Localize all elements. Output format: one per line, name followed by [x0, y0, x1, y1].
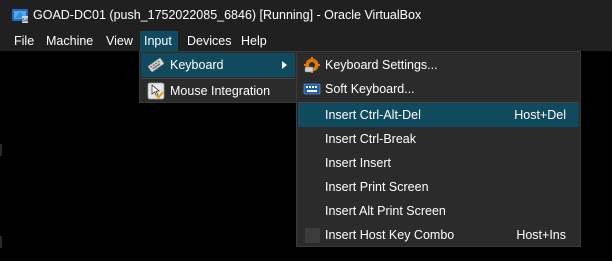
menu-devices[interactable]: Devices: [183, 31, 235, 51]
menu-file[interactable]: File: [10, 31, 38, 51]
menu-item-insert-alt-print-screen[interactable]: Insert Alt Print Screen: [298, 199, 579, 223]
menu-item-soft-keyboard[interactable]: Soft Keyboard...: [298, 77, 579, 101]
menu-item-shortcut: Host+Del: [514, 108, 566, 122]
title-bar: 64 GOAD-DC01 (push_1752022085_6846) [Run…: [0, 0, 612, 31]
menu-item-label: Insert Host Key Combo: [325, 228, 455, 242]
checkbox[interactable]: [305, 228, 320, 243]
menu-item-label: Keyboard: [170, 58, 224, 72]
edge-mark: [0, 236, 2, 248]
mouse-integration-icon: [147, 82, 165, 100]
keyboard-icon: [147, 57, 165, 73]
svg-text:64: 64: [22, 18, 28, 24]
menu-item-insert-host-key-combo[interactable]: Insert Host Key Combo Host+Ins: [298, 223, 579, 247]
menu-item-shortcut: Host+Ins: [516, 228, 566, 242]
menu-item-mouse-integration[interactable]: Mouse Integration: [141, 79, 295, 103]
menu-item-label: Insert Insert: [325, 156, 391, 170]
menu-item-label: Keyboard Settings...: [325, 58, 438, 72]
menu-help[interactable]: Help: [237, 31, 271, 51]
menu-item-label: Insert Alt Print Screen: [325, 204, 446, 218]
menu-item-insert-insert[interactable]: Insert Insert: [298, 151, 579, 175]
menu-item-insert-ctrl-break[interactable]: Insert Ctrl-Break: [298, 127, 579, 151]
menu-item-label: Insert Print Screen: [325, 180, 429, 194]
menu-item-label: Insert Ctrl-Break: [325, 132, 416, 146]
virtualbox-icon: 64: [12, 9, 28, 24]
menu-item-label: Insert Ctrl-Alt-Del: [325, 108, 421, 122]
menu-item-label: Soft Keyboard...: [325, 82, 415, 96]
keyboard-submenu: Keyboard Settings... Soft Keyboard... In…: [296, 51, 581, 247]
menu-item-keyboard-settings[interactable]: Keyboard Settings...: [298, 53, 579, 77]
menu-item-insert-ctrl-alt-del[interactable]: Insert Ctrl-Alt-Del Host+Del: [298, 103, 579, 127]
soft-keyboard-icon: [303, 83, 321, 95]
menu-item-insert-print-screen[interactable]: Insert Print Screen: [298, 175, 579, 199]
menu-input[interactable]: Input: [140, 31, 178, 51]
keyboard-settings-icon: [304, 57, 320, 73]
edge-mark: [0, 144, 2, 156]
menu-item-keyboard[interactable]: Keyboard: [141, 53, 295, 77]
input-menu: Keyboard Mouse Integration: [139, 51, 297, 103]
menu-item-label: Mouse Integration: [170, 84, 271, 98]
menu-machine[interactable]: Machine: [42, 31, 97, 51]
menu-view[interactable]: View: [102, 31, 137, 51]
chevron-right-icon: [282, 61, 287, 69]
window-title: GOAD-DC01 (push_1752022085_6846) [Runnin…: [33, 8, 422, 22]
menu-bar: File Machine View Input Devices Help: [0, 31, 612, 51]
